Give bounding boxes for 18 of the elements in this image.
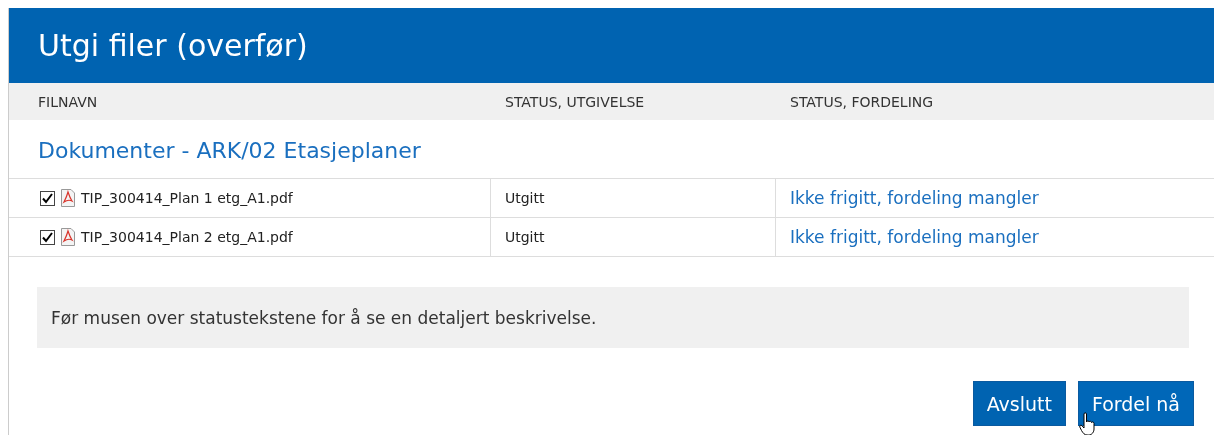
file-name: TIP_300414_Plan 2 etg_A1.pdf [81,229,293,245]
info-text: Før musen over statustekstene for å se en detaljert beskrivelse. [51,307,597,328]
window-title: Utgi filer (overfør) [38,28,308,63]
hand-cursor-icon [1078,412,1097,435]
column-header: STATUS, UTGIVELSE [504,93,646,110]
release-status: Utgitt [505,229,545,245]
column-header: STATUS, FORDELING [789,93,935,110]
file-name: TIP_300414_Plan 1 etg_A1.pdf [81,190,293,206]
checkbox[interactable] [40,229,55,245]
release-status: Utgitt [505,190,545,206]
checkbox[interactable] [40,190,55,206]
pdf-file-icon [61,228,75,246]
column-header: FILNAVN [37,93,99,110]
status-link[interactable]: Ikke frigitt, fordeling mangler [790,188,1039,208]
status-link[interactable]: Ikke frigitt, fordeling mangler [790,227,1039,247]
group-title: Dokumenter - ARK/02 Etasjeplaner [37,137,422,160]
close-button[interactable]: Avslutt [972,381,1066,426]
pdf-file-icon [61,189,75,207]
